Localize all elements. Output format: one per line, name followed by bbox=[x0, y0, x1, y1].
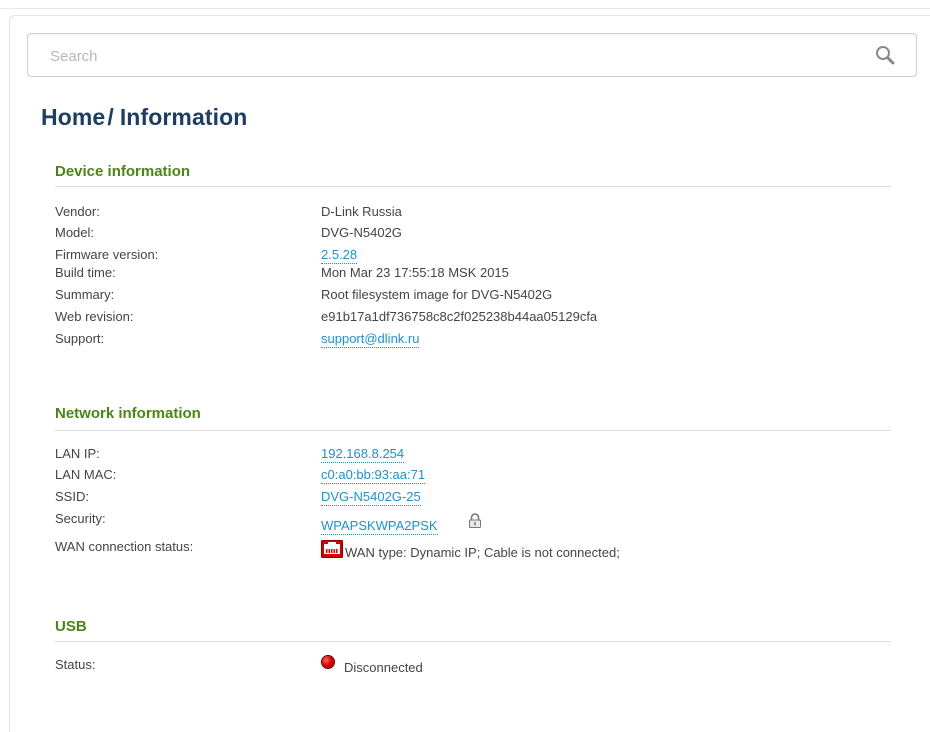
lan-ip-link[interactable]: 192.168.8.254 bbox=[321, 446, 405, 463]
search-input[interactable] bbox=[48, 44, 872, 68]
section-divider bbox=[55, 430, 891, 431]
breadcrumb-separator: / bbox=[107, 104, 114, 130]
lan-ip-label: LAN IP: bbox=[55, 446, 100, 461]
usb-status-value: Disconnected bbox=[344, 660, 423, 675]
vendor-label: Vendor: bbox=[55, 204, 100, 219]
summary-value: Root filesystem image for DVG-N5402G bbox=[321, 287, 553, 302]
firmware-link[interactable]: 2.5.28 bbox=[321, 247, 358, 264]
vendor-value: D-Link Russia bbox=[321, 204, 402, 219]
summary-label: Summary: bbox=[55, 287, 115, 302]
section-divider bbox=[55, 186, 891, 187]
lan-mac-link[interactable]: c0:a0:bb:93:aa:71 bbox=[321, 467, 426, 484]
support-email-link[interactable]: support@dlink.ru bbox=[321, 331, 420, 348]
status-dot-icon bbox=[322, 656, 334, 668]
model-value: DVG-N5402G bbox=[321, 225, 402, 240]
ssid-label: SSID: bbox=[55, 489, 89, 504]
wan-status-label: WAN connection status: bbox=[55, 539, 194, 554]
support-label: Support: bbox=[55, 331, 105, 346]
model-label: Model: bbox=[55, 225, 95, 240]
build-time-value: Mon Mar 23 17:55:18 MSK 2015 bbox=[321, 265, 509, 280]
firmware-label: Firmware version: bbox=[55, 247, 159, 262]
security-link[interactable]: WPAPSKWPA2PSK bbox=[321, 518, 438, 535]
ssid-link[interactable]: DVG-N5402G-25 bbox=[321, 489, 421, 506]
wan-status-value: WAN type: Dynamic IP; Cable is not conne… bbox=[345, 545, 620, 560]
section-divider bbox=[55, 641, 891, 642]
build-time-label: Build time: bbox=[55, 265, 116, 280]
search-box[interactable] bbox=[27, 33, 917, 77]
breadcrumb-current: Information bbox=[119, 104, 248, 130]
breadcrumb-home[interactable]: Home bbox=[41, 104, 105, 130]
top-border bbox=[0, 8, 930, 9]
network-info-title: Network information bbox=[55, 405, 201, 422]
usb-status-label: Status: bbox=[55, 657, 96, 672]
usb-title: USB bbox=[55, 618, 87, 635]
lock-icon bbox=[469, 513, 481, 528]
web-revision-value: e91b17a1df736758c8c2f025238b44aa05129cfa bbox=[321, 309, 598, 324]
device-info-title: Device information bbox=[55, 163, 191, 180]
security-label: Security: bbox=[55, 511, 106, 526]
web-revision-label: Web revision: bbox=[55, 309, 134, 324]
lan-mac-label: LAN MAC: bbox=[55, 467, 117, 482]
page-title: Home/Information bbox=[41, 104, 247, 131]
ethernet-port-icon bbox=[321, 540, 343, 558]
search-icon[interactable] bbox=[874, 44, 896, 66]
